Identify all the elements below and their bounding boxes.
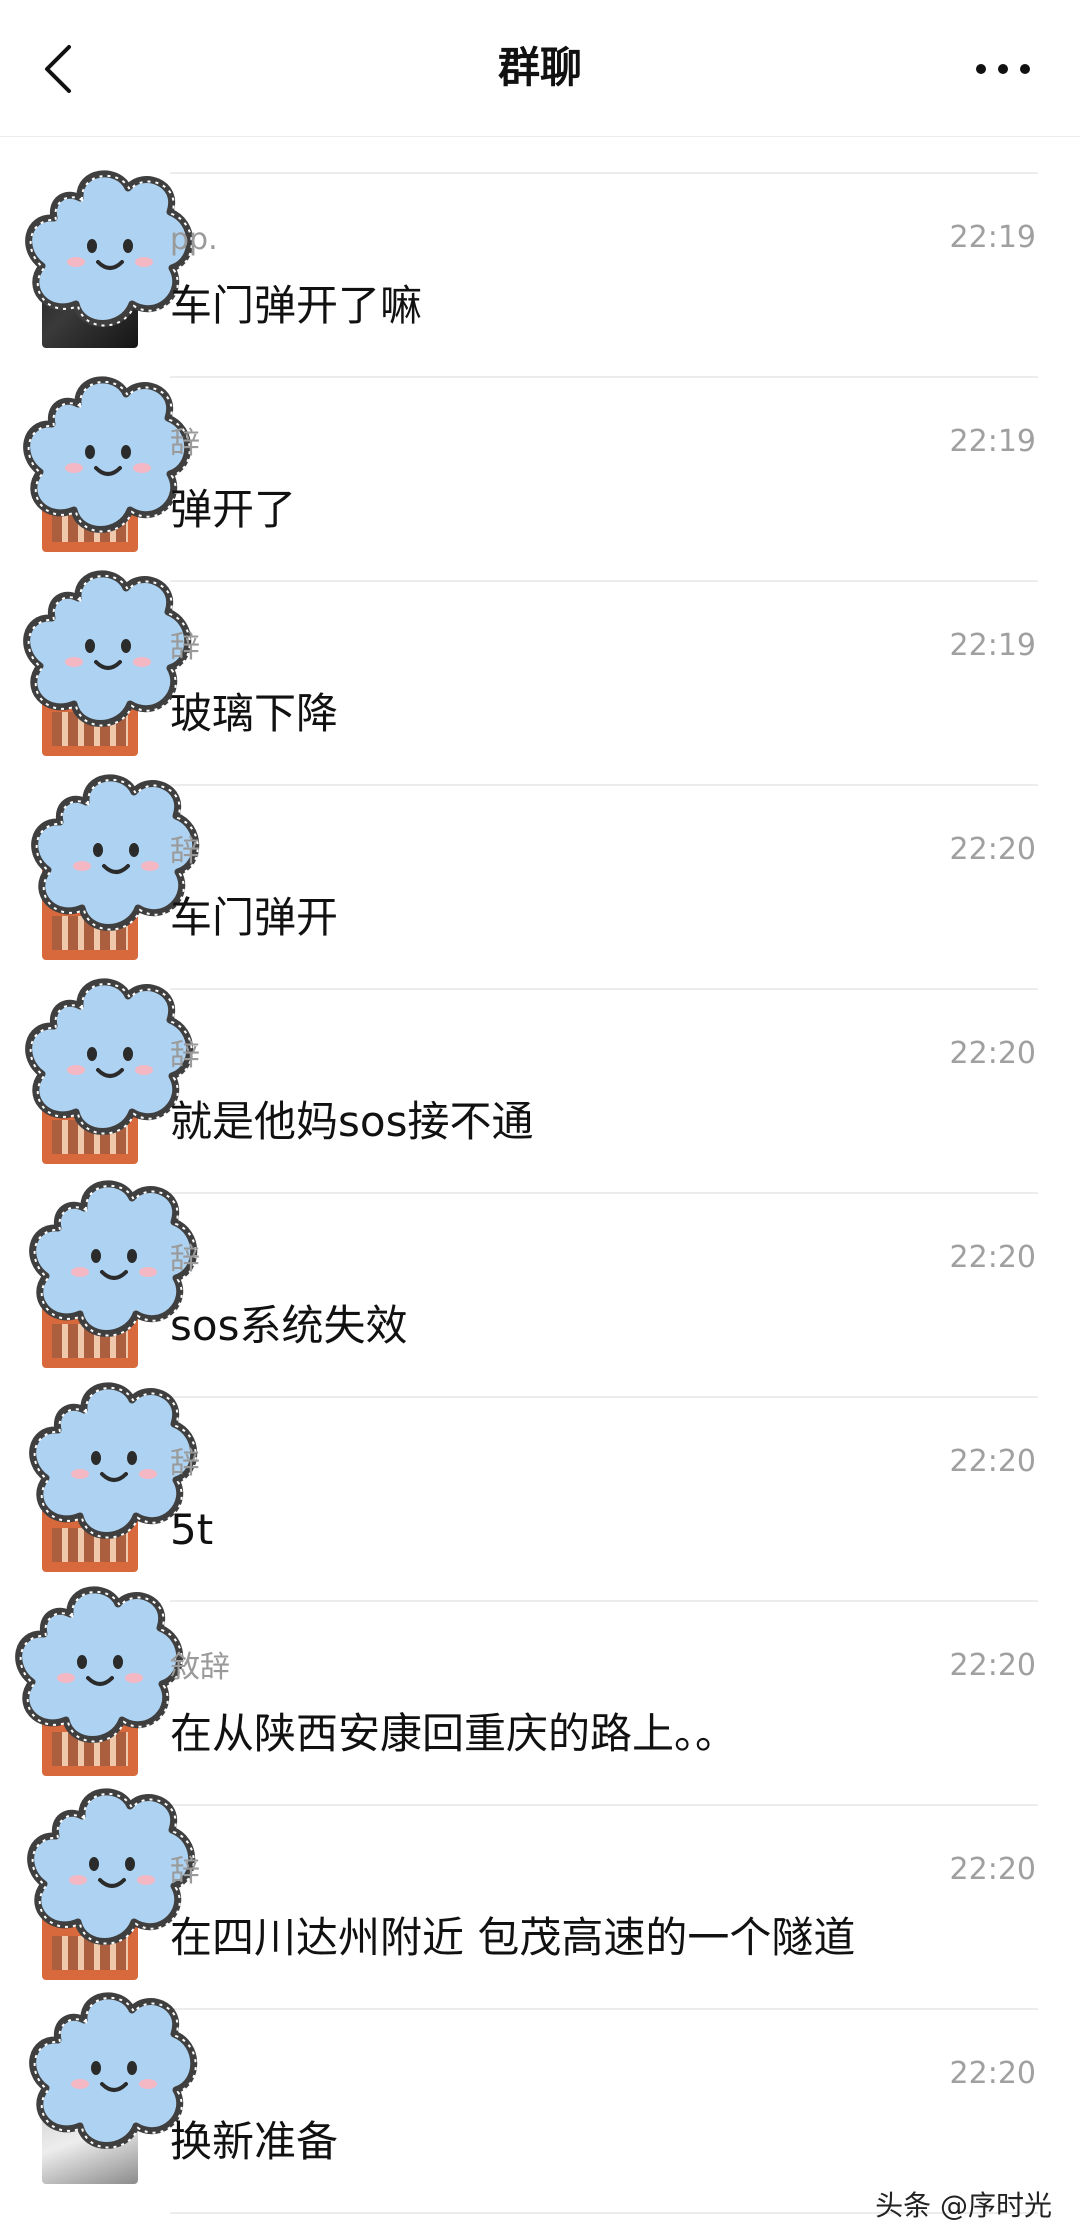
avatar[interactable]: [42, 1272, 138, 1368]
sender-name: 辞: [170, 426, 200, 461]
message-row[interactable]: 辞 22:20 车门弹开: [0, 774, 1080, 988]
avatar[interactable]: [42, 252, 138, 348]
sender-name: 辞: [170, 1854, 200, 1889]
message-text: 车门弹开: [170, 893, 339, 942]
avatar[interactable]: [42, 1068, 138, 1164]
message-row[interactable]: 辞 22:20 在四川达州附近 包茂高速的一个隧道: [0, 1788, 1080, 2008]
message-row[interactable]: 辞 22:20 就是他妈sos接不通: [0, 978, 1080, 1192]
message-row[interactable]: pp. 22:19 车门弹开了嘛: [0, 170, 1080, 376]
message-text: 在从陕西安康回重庆的路上。。: [170, 1709, 738, 1758]
message-row[interactable]: 辞 22:19 玻璃下降: [0, 570, 1080, 784]
avatar[interactable]: [42, 1680, 138, 1776]
message-text: 玻璃下降: [170, 689, 339, 738]
top-bar: 群聊: [0, 0, 1080, 137]
message-text: 弹开了: [170, 485, 297, 534]
message-time: 22:19: [949, 220, 1036, 255]
avatar[interactable]: [42, 2088, 138, 2184]
sender-name: 辞: [170, 834, 200, 869]
message-time: 22:20: [949, 1648, 1036, 1683]
message-text: 就是他妈sos接不通: [170, 1097, 534, 1146]
message-time: 22:20: [949, 1852, 1036, 1887]
message-text: 车门弹开了嘛: [170, 281, 423, 330]
sender-name: 辞: [170, 630, 200, 665]
message-time: 22:19: [949, 424, 1036, 459]
message-time: 22:20: [949, 832, 1036, 867]
avatar[interactable]: [42, 1476, 138, 1572]
message-time: 22:20: [949, 1444, 1036, 1479]
more-button[interactable]: [968, 44, 1038, 94]
message-text: sos系统失效: [170, 1301, 408, 1350]
more-icon: [976, 64, 1030, 74]
message-row[interactable]: 辞 22:19 弹开了: [0, 376, 1080, 580]
sender-name: 辞: [170, 1446, 200, 1481]
watermark: 头条 @序时光: [875, 2189, 1052, 2222]
message-row[interactable]: 22:20 换新准备: [0, 1992, 1080, 2212]
avatar[interactable]: [42, 660, 138, 756]
avatar[interactable]: [42, 456, 138, 552]
avatar[interactable]: [42, 864, 138, 960]
message-time: 22:20: [949, 1240, 1036, 1275]
message-text: 在四川达州附近 包茂高速的一个隧道: [170, 1913, 856, 1962]
message-row[interactable]: 辞 22:20 sos系统失效: [0, 1180, 1080, 1396]
message-row[interactable]: 辞 22:20 5t: [0, 1382, 1080, 1600]
sender-name: 敘辞: [170, 1650, 230, 1685]
message-row[interactable]: 敘辞 22:20 在从陕西安康回重庆的路上。。: [0, 1586, 1080, 1804]
page-title: 群聊: [497, 43, 582, 92]
sender-name: pp.: [170, 222, 218, 257]
message-time: 22:20: [949, 2056, 1036, 2091]
message-text: 换新准备: [170, 2117, 339, 2166]
sender-name: 辞: [170, 1242, 200, 1277]
message-text: 5t: [170, 1505, 214, 1554]
avatar[interactable]: [42, 1884, 138, 1980]
message-time: 22:20: [949, 1036, 1036, 1071]
message-time: 22:19: [949, 628, 1036, 663]
sender-name: 辞: [170, 1038, 200, 1073]
